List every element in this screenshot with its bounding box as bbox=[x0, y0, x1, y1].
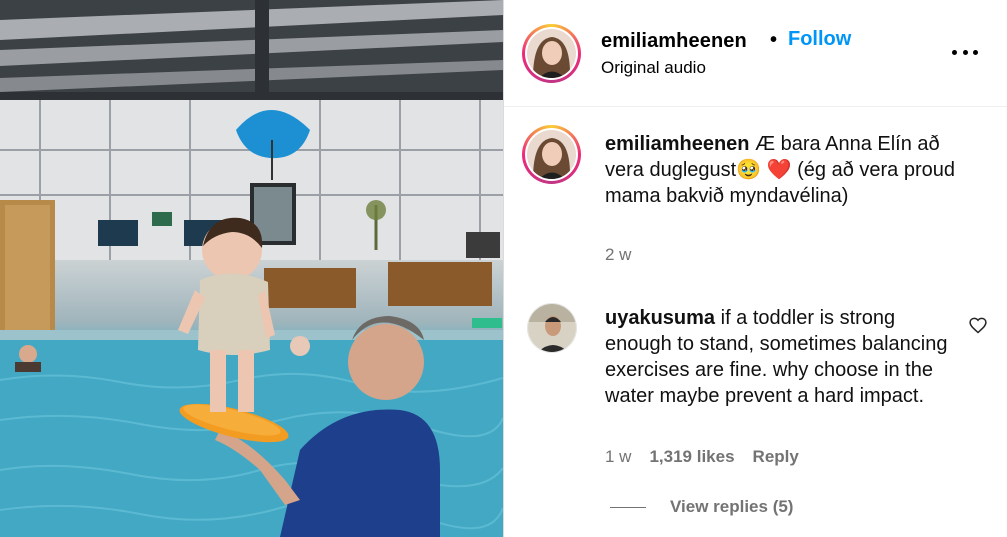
comment-username[interactable]: uyakusuma bbox=[605, 307, 715, 329]
author-username[interactable]: emiliamheenen bbox=[601, 30, 747, 53]
reply-button[interactable]: Reply bbox=[753, 447, 799, 467]
red-heart-emoji: ❤️ bbox=[766, 159, 792, 181]
video-frame bbox=[0, 0, 503, 537]
commenter-avatar[interactable] bbox=[527, 303, 577, 353]
pleading-face-emoji: 🥹 bbox=[736, 159, 762, 181]
commenter-avatar-image bbox=[528, 304, 576, 352]
comment-body: uyakusuma if a toddler is strong enough … bbox=[605, 305, 955, 409]
post-caption: emiliamheenen Æ bara Anna Elín að vera d… bbox=[605, 131, 975, 209]
heart-icon[interactable] bbox=[968, 315, 988, 335]
comment-likes-count[interactable]: 1,319 likes bbox=[649, 447, 734, 467]
post-sidebar: emiliamheenen • Follow Original audio em… bbox=[504, 0, 1007, 537]
replies-line bbox=[610, 507, 646, 508]
header-separator: • bbox=[770, 29, 778, 51]
audio-label[interactable]: Original audio bbox=[601, 58, 706, 78]
caption-avatar[interactable] bbox=[522, 125, 581, 184]
author-avatar[interactable] bbox=[522, 24, 581, 83]
post-media-video[interactable] bbox=[0, 0, 503, 537]
caption-timestamp[interactable]: 2 w bbox=[605, 245, 631, 265]
comment-timestamp[interactable]: 1 w bbox=[605, 447, 631, 467]
view-replies-button[interactable]: View replies (5) bbox=[670, 497, 793, 517]
more-options-icon[interactable] bbox=[952, 44, 978, 60]
comment-meta: 1 w 1,319 likes Reply bbox=[605, 447, 799, 467]
caption-username[interactable]: emiliamheenen bbox=[605, 133, 750, 155]
author-avatar-image bbox=[527, 29, 576, 78]
post-header: emiliamheenen • Follow Original audio bbox=[504, 0, 1007, 107]
caption-avatar-image bbox=[527, 130, 576, 179]
follow-button[interactable]: Follow bbox=[788, 28, 851, 51]
